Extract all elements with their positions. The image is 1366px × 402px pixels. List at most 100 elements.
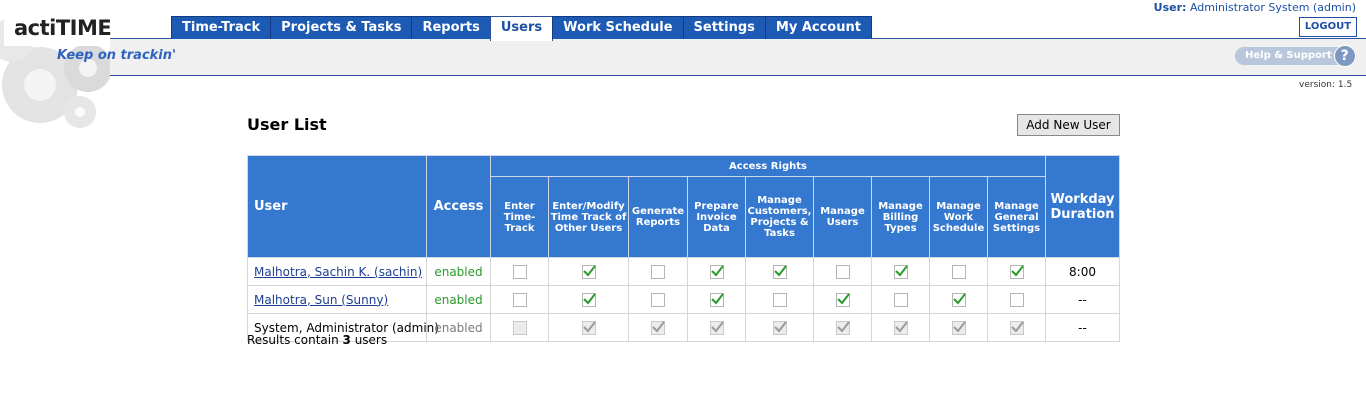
access-right-cell	[490, 285, 549, 314]
table-row: Malhotra, Sachin K. (sachin) enabled 8:00	[247, 257, 1121, 286]
column-header-workday-duration: Workday Duration	[1045, 155, 1121, 258]
access-status: enabled	[426, 313, 491, 342]
logout-button[interactable]: LOGOUT	[1299, 17, 1357, 37]
checkmark-icon	[710, 321, 724, 333]
checkmark-icon	[894, 265, 908, 277]
access-right-checkbox-checked[interactable]	[893, 264, 908, 279]
version-label: version: 1.5	[1299, 80, 1353, 90]
tagline: Keep on trackin'	[57, 48, 176, 63]
access-right-cell	[986, 257, 1047, 286]
access-right-checkbox-checked	[1009, 320, 1024, 335]
access-right-cell	[871, 313, 930, 342]
tab-settings[interactable]: Settings	[682, 16, 766, 39]
workday-duration: 8:00	[1045, 257, 1121, 286]
access-right-cell	[745, 285, 814, 314]
access-status: enabled	[426, 257, 491, 286]
access-right-checkbox-unchecked[interactable]	[651, 264, 665, 279]
access-right-cell	[745, 313, 814, 342]
results-count: 3	[342, 333, 351, 347]
access-right-cell	[871, 257, 930, 286]
workday-duration: --	[1045, 285, 1121, 314]
access-right-checkbox-unchecked[interactable]	[512, 264, 527, 279]
checkmark-icon	[710, 293, 724, 305]
access-right-checkbox-checked[interactable]	[709, 264, 724, 279]
app-logo: actiTIME	[14, 16, 112, 40]
access-right-cell	[813, 313, 872, 342]
tab-projects-tasks[interactable]: Projects & Tasks	[270, 16, 413, 39]
access-right-checkbox-checked	[651, 320, 665, 335]
access-right-cell	[548, 285, 629, 314]
checkmark-icon	[582, 265, 596, 277]
checkmark-icon	[836, 321, 850, 333]
add-new-user-button[interactable]: Add New User	[1017, 114, 1120, 136]
column-header-right: Manage General Settings	[986, 176, 1047, 258]
access-right-cell	[628, 257, 688, 286]
tab-time-track[interactable]: Time-Track	[171, 16, 272, 39]
access-right-checkbox-unchecked[interactable]	[512, 292, 527, 307]
access-right-checkbox-unchecked[interactable]	[951, 264, 966, 279]
column-header-right: Manage Customers, Projects & Tasks	[745, 176, 814, 258]
main-nav-tabs: Time-Track Projects & Tasks Reports User…	[171, 16, 872, 41]
access-right-checkbox-checked	[709, 320, 724, 335]
tab-reports[interactable]: Reports	[411, 16, 491, 39]
access-right-checkbox-checked[interactable]	[709, 292, 724, 307]
access-right-checkbox-checked	[772, 320, 787, 335]
access-right-cell	[871, 285, 930, 314]
access-right-cell	[548, 313, 629, 342]
checkmark-icon	[836, 293, 850, 305]
access-right-checkbox-unchecked[interactable]	[651, 292, 665, 307]
access-right-cell	[687, 313, 746, 342]
access-right-cell	[628, 285, 688, 314]
access-right-cell	[687, 285, 746, 314]
tab-my-account[interactable]: My Account	[764, 16, 872, 39]
access-right-checkbox-checked	[581, 320, 596, 335]
access-right-checkbox-checked[interactable]	[951, 292, 966, 307]
table-row: Malhotra, Sun (Sunny) enabled --	[247, 285, 1121, 314]
access-right-cell	[628, 313, 688, 342]
access-right-checkbox-unchecked[interactable]	[835, 264, 850, 279]
results-suffix: users	[350, 333, 388, 347]
user-label: User:	[1153, 1, 1187, 14]
user-name-link[interactable]: Malhotra, Sachin K. (sachin)	[254, 265, 422, 279]
workday-duration: --	[1045, 313, 1121, 342]
access-right-cell	[929, 285, 988, 314]
access-right-checkbox-unchecked[interactable]	[893, 292, 908, 307]
access-right-cell	[745, 257, 814, 286]
tab-work-schedule[interactable]: Work Schedule	[552, 16, 684, 39]
column-header-right: Enter/Modify Time Track of Other Users	[548, 176, 629, 258]
user-cell: Malhotra, Sachin K. (sachin)	[247, 257, 427, 286]
access-right-checkbox-checked	[951, 320, 966, 335]
tab-users[interactable]: Users	[489, 16, 554, 41]
column-header-right: Manage Users	[813, 176, 872, 258]
access-right-checkbox-unchecked	[512, 320, 527, 335]
access-right-checkbox-checked[interactable]	[835, 292, 850, 307]
access-status: enabled	[426, 285, 491, 314]
column-header-access: Access	[426, 155, 491, 258]
current-user-info: User: Administrator System (admin)	[1154, 1, 1356, 14]
checkmark-icon	[952, 321, 966, 333]
access-right-checkbox-checked[interactable]	[1009, 264, 1024, 279]
access-right-cell	[929, 257, 988, 286]
access-right-cell	[490, 313, 549, 342]
access-right-checkbox-checked	[893, 320, 908, 335]
user-name-link[interactable]: Malhotra, Sun (Sunny)	[254, 293, 388, 307]
access-right-checkbox-checked[interactable]	[581, 264, 596, 279]
help-icon: ?	[1333, 45, 1356, 67]
access-right-cell	[813, 257, 872, 286]
results-prefix: Results contain	[247, 333, 343, 347]
access-right-checkbox-unchecked[interactable]	[1009, 292, 1024, 307]
access-right-checkbox-unchecked[interactable]	[772, 292, 787, 307]
access-right-checkbox-checked[interactable]	[581, 292, 596, 307]
access-right-cell	[813, 285, 872, 314]
help-support-button[interactable]: Help & Support ?	[1235, 45, 1356, 67]
column-header-right: Manage Work Schedule	[929, 176, 988, 258]
column-header-user: User	[247, 155, 427, 258]
checkmark-icon	[894, 321, 908, 333]
checkmark-icon	[773, 265, 787, 277]
user-list-table: User Access Access Rights Workday Durati…	[247, 155, 1121, 342]
access-right-checkbox-checked[interactable]	[772, 264, 787, 279]
access-right-cell	[929, 313, 988, 342]
access-right-cell	[490, 257, 549, 286]
access-right-cell	[986, 313, 1047, 342]
column-header-right: Enter Time-Track	[490, 176, 549, 258]
